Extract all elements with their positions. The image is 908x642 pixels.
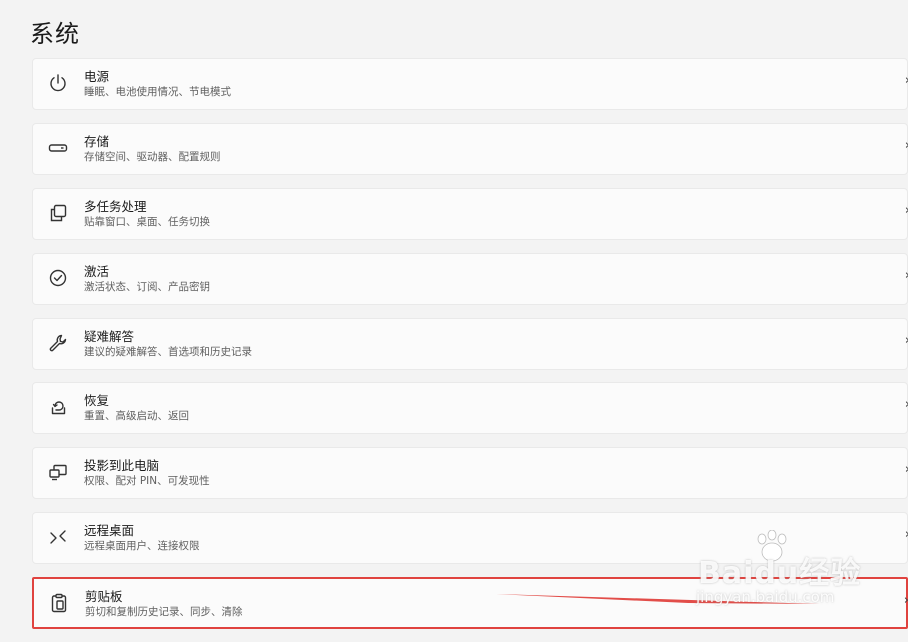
settings-item-description: 存储空间、驱动器、配置规则 bbox=[84, 150, 221, 163]
red-arrow-annotation bbox=[496, 594, 820, 604]
multitasking-icon bbox=[47, 202, 69, 224]
settings-item-troubleshoot[interactable]: 疑难解答 建议的疑难解答、首选项和历史记录 › bbox=[32, 317, 908, 370]
settings-item-label: 疑难解答 bbox=[84, 328, 135, 344]
settings-item-activation[interactable]: 激活 激活状态、订阅、产品密钥 › bbox=[32, 252, 908, 305]
settings-item-label: 电源 bbox=[84, 69, 110, 84]
settings-item-recovery[interactable]: 恢复 重置、高级启动、返回 › bbox=[32, 382, 908, 435]
chevron-right-icon: › bbox=[904, 593, 908, 608]
settings-list: 电源 睡眠、电池使用情况、节电模式 › 存储 存储空间、驱动器、配置规则 › 多… bbox=[32, 58, 908, 642]
settings-item-label: 剪贴板 bbox=[85, 589, 123, 605]
settings-item-multitasking[interactable]: 多任务处理 贴靠窗口、桌面、任务切换 › bbox=[32, 187, 908, 240]
settings-item-remote-desktop[interactable]: 远程桌面 远程桌面用户、连接权限 › bbox=[32, 512, 908, 565]
recovery-icon bbox=[47, 396, 69, 418]
clipboard-icon bbox=[48, 592, 70, 614]
check-circle-icon bbox=[47, 267, 69, 289]
settings-item-description: 睡眠、电池使用情况、节电模式 bbox=[84, 86, 231, 98]
settings-item-power[interactable]: 电源 睡眠、电池使用情况、节电模式 › bbox=[32, 58, 908, 110]
settings-item-label: 远程桌面 bbox=[84, 523, 135, 539]
storage-drive-icon bbox=[47, 137, 69, 159]
settings-item-description: 远程桌面用户、连接权限 bbox=[84, 540, 200, 553]
power-icon bbox=[47, 72, 69, 94]
settings-item-label: 恢复 bbox=[84, 393, 110, 409]
settings-item-label: 激活 bbox=[84, 263, 110, 279]
remote-desktop-icon bbox=[47, 526, 69, 548]
settings-item-description: 权限、配对 PIN、可发现性 bbox=[84, 475, 210, 488]
settings-item-label: 多任务处理 bbox=[84, 198, 147, 214]
page-title: 系统 bbox=[30, 20, 80, 48]
settings-item-description: 激活状态、订阅、产品密钥 bbox=[84, 280, 210, 293]
settings-item-storage[interactable]: 存储 存储空间、驱动器、配置规则 › bbox=[32, 122, 908, 175]
settings-item-description: 剪切和复制历史记录、同步、清除 bbox=[85, 606, 243, 619]
settings-item-description: 建议的疑难解答、首选项和历史记录 bbox=[84, 345, 252, 358]
settings-item-description: 重置、高级启动、返回 bbox=[84, 410, 189, 423]
settings-item-label: 存储 bbox=[84, 133, 110, 149]
settings-item-description: 贴靠窗口、桌面、任务切换 bbox=[84, 215, 210, 228]
settings-item-projecting[interactable]: 投影到此电脑 权限、配对 PIN、可发现性 › bbox=[32, 447, 908, 500]
wrench-icon bbox=[47, 332, 69, 354]
projection-icon bbox=[47, 461, 69, 483]
settings-item-label: 投影到此电脑 bbox=[84, 458, 160, 474]
